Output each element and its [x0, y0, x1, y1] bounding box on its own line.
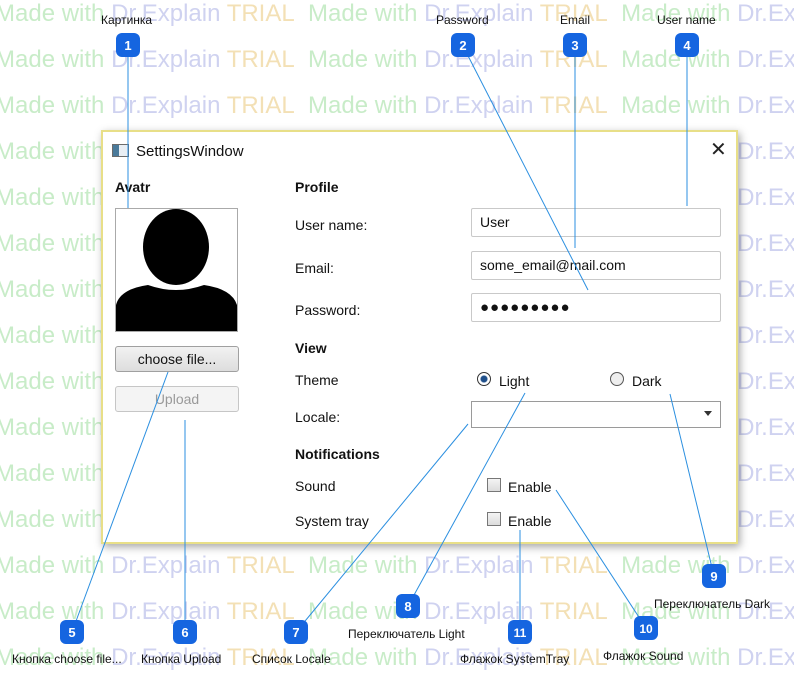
callout-badge-8: 8 — [396, 594, 420, 618]
settings-window: SettingsWindow ✕ Avatr choose file... Up… — [101, 130, 738, 544]
view-heading: View — [295, 340, 327, 356]
watermark-row: Made with Dr.Explain TRIAL Made with Dr.… — [0, 552, 794, 579]
chevron-down-icon — [704, 411, 712, 416]
tray-checkbox[interactable] — [487, 512, 501, 526]
choose-file-button[interactable]: choose file... — [115, 346, 239, 372]
email-input[interactable]: some_email@mail.com — [471, 251, 721, 280]
callout-badge-3: 3 — [563, 33, 587, 57]
profile-heading: Profile — [295, 179, 339, 195]
svg-text:9: 9 — [710, 569, 717, 584]
username-input[interactable]: User — [471, 208, 721, 237]
theme-label: Theme — [295, 372, 339, 388]
svg-text:7: 7 — [292, 625, 299, 640]
svg-text:10: 10 — [639, 622, 653, 636]
svg-text:1: 1 — [124, 38, 131, 53]
svg-text:8: 8 — [404, 599, 411, 614]
tray-enable-label[interactable]: Enable — [508, 513, 552, 529]
callout-label-5: Кнопка choose file... — [12, 652, 122, 666]
close-icon[interactable]: ✕ — [710, 140, 727, 160]
password-label: Password: — [295, 302, 361, 318]
svg-text:6: 6 — [181, 625, 188, 640]
svg-text:3: 3 — [571, 38, 578, 53]
callout-badge-11: 11 — [508, 620, 532, 644]
callout-label-4: User name — [657, 13, 716, 27]
avatar-image — [115, 208, 238, 332]
sound-label: Sound — [295, 478, 336, 494]
callout-label-7: Список Locale — [252, 652, 331, 666]
callout-label-8: Переключатель Light — [348, 627, 465, 641]
window-app-icon — [112, 144, 129, 157]
tray-label: System tray — [295, 513, 369, 529]
theme-dark-radio[interactable] — [610, 372, 624, 386]
theme-dark-label[interactable]: Dark — [632, 373, 662, 389]
theme-light-radio[interactable] — [477, 372, 491, 386]
window-title: SettingsWindow — [136, 143, 244, 160]
callout-badge-9: 9 — [702, 564, 726, 588]
sound-enable-label[interactable]: Enable — [508, 479, 552, 495]
sound-checkbox[interactable] — [487, 478, 501, 492]
callout-badge-1: 1 — [116, 33, 140, 57]
upload-button[interactable]: Upload — [115, 386, 239, 412]
watermark-row: Made with Dr.Explain TRIAL Made with Dr.… — [0, 92, 794, 119]
svg-text:4: 4 — [683, 38, 691, 53]
locale-select[interactable] — [471, 401, 721, 428]
notifications-heading: Notifications — [295, 446, 380, 462]
callout-label-10: Флажок Sound — [603, 649, 684, 663]
avatar-heading: Avatr — [115, 179, 151, 195]
email-label: Email: — [295, 260, 334, 276]
callout-label-3: Email — [560, 13, 591, 27]
callout-badge-7: 7 — [284, 620, 308, 644]
callout-badge-2: 2 — [451, 33, 475, 57]
theme-light-label[interactable]: Light — [499, 373, 529, 389]
callout-badge-6: 6 — [173, 620, 197, 644]
svg-text:2: 2 — [459, 38, 466, 53]
callout-label-6: Кнопка Upload — [141, 652, 222, 666]
callout-label-9: Переключатель Dark — [654, 597, 770, 611]
callout-label-2: Password — [436, 13, 489, 27]
svg-text:11: 11 — [514, 626, 527, 640]
password-input[interactable]: ●●●●●●●●● — [471, 293, 721, 322]
callout-badge-5: 5 — [60, 620, 84, 644]
callout-label-11: Флажок SystemTray — [460, 652, 570, 666]
watermark-row: Made with Dr.Explain TRIAL Made with Dr.… — [0, 46, 794, 73]
callout-badge-10: 10 — [634, 616, 658, 640]
locale-label: Locale: — [295, 409, 341, 425]
user-silhouette-icon — [116, 209, 237, 331]
svg-text:5: 5 — [68, 625, 75, 640]
callout-badge-4: 4 — [675, 33, 699, 57]
callout-label-1: Картинка — [101, 13, 153, 27]
username-label: User name: — [295, 217, 368, 233]
